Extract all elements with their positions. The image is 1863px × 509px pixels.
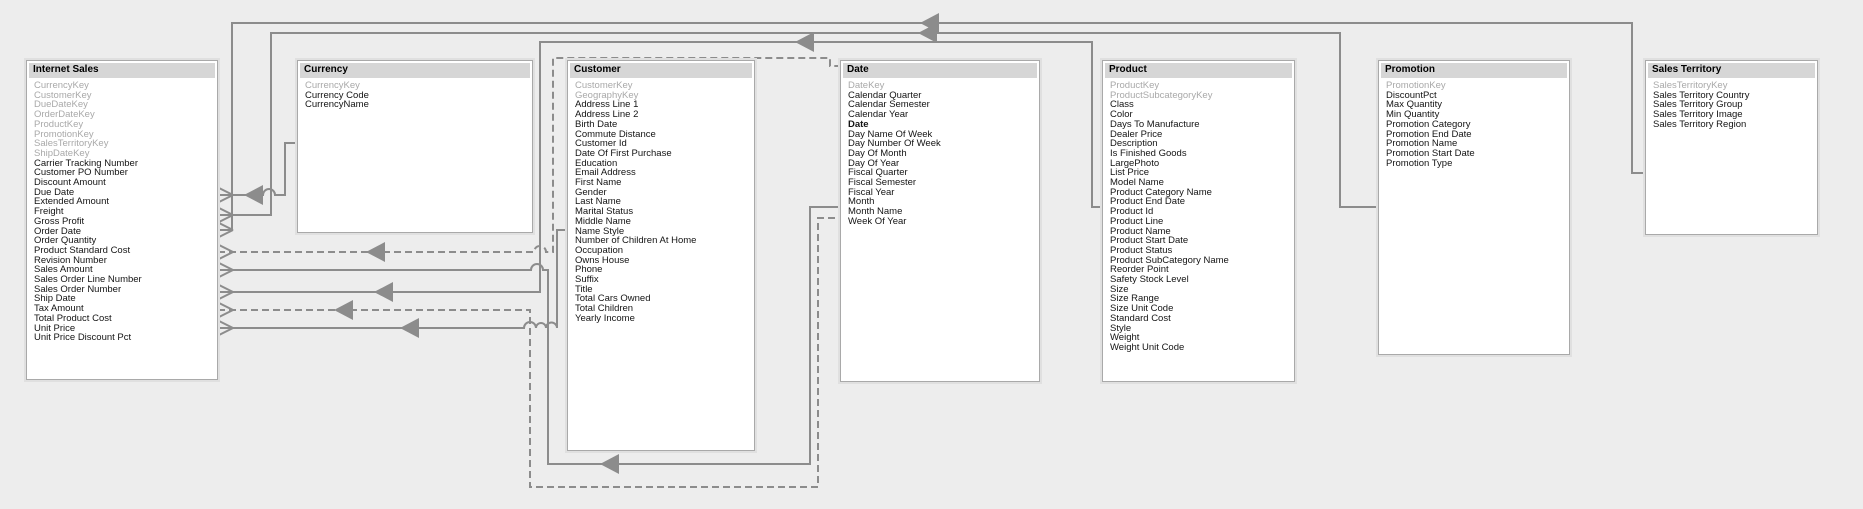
table-header-customer[interactable]: Customer [570,63,752,78]
field-phone[interactable]: Phone [575,265,748,275]
diagram-canvas[interactable]: Internet SalesCurrencyKeyCustomerKeyDueD… [0,0,1863,509]
table-field-list: DateKeyCalendar QuarterCalendar Semester… [843,78,1037,227]
field-fiscal-year[interactable]: Fiscal Year [848,188,1033,198]
relationship-arrowhead [334,300,353,320]
table-field-list: CurrencyKeyCurrency CodeCurrencyName [300,78,530,110]
relationship-arrowhead [374,282,393,302]
table-field-list: PromotionKeyDiscountPctMax QuantityMin Q… [1381,78,1567,168]
relationship-arrowhead [400,318,419,338]
field-promotion-type[interactable]: Promotion Type [1386,159,1563,169]
field-yearly-income[interactable]: Yearly Income [575,314,748,324]
field-safety-stock-level[interactable]: Safety Stock Level [1110,275,1288,285]
relationship-line-customer[interactable] [218,230,567,328]
relationship-arrowhead [366,242,385,262]
table-field-list: CustomerKeyGeographyKeyAddress Line 1Add… [570,78,752,324]
field-class[interactable]: Class [1110,100,1288,110]
table-promotion[interactable]: PromotionPromotionKeyDiscountPctMax Quan… [1378,60,1570,355]
relationship-arrowhead [600,454,619,474]
table-field-list: CurrencyKeyCustomerKeyDueDateKeyOrderDat… [29,78,215,343]
table-sales-territory[interactable]: Sales TerritorySalesTerritoryKeySales Te… [1645,60,1818,235]
table-header-product[interactable]: Product [1105,63,1292,78]
table-customer[interactable]: CustomerCustomerKeyGeographyKeyAddress L… [567,60,755,451]
relationship-arrowhead [244,185,263,205]
table-header-currency[interactable]: Currency [300,63,530,78]
table-internet-sales[interactable]: Internet SalesCurrencyKeyCustomerKeyDueD… [26,60,218,380]
field-standard-cost[interactable]: Standard Cost [1110,314,1288,324]
field-week-of-year[interactable]: Week Of Year [848,217,1033,227]
table-header-sales-territory[interactable]: Sales Territory [1648,63,1815,78]
table-currency[interactable]: CurrencyCurrencyKeyCurrency CodeCurrency… [297,60,533,233]
crow-foot-icon [219,188,233,335]
relationship-arrowhead [795,32,814,52]
field-weight-unit-code[interactable]: Weight Unit Code [1110,343,1288,353]
field-currencyname[interactable]: CurrencyName [305,100,526,110]
field-productsubcategorykey[interactable]: ProductSubcategoryKey [1110,91,1288,101]
table-date[interactable]: DateDateKeyCalendar QuarterCalendar Seme… [840,60,1040,382]
table-header-date[interactable]: Date [843,63,1037,78]
table-header-internet-sales[interactable]: Internet Sales [29,63,215,78]
field-sales-territory-region[interactable]: Sales Territory Region [1653,120,1811,130]
relationship-line-currency[interactable] [218,143,297,195]
field-calendar-year[interactable]: Calendar Year [848,110,1033,120]
table-product[interactable]: ProductProductKeyProductSubcategoryKeyCl… [1102,60,1295,382]
table-field-list: SalesTerritoryKeySales Territory Country… [1648,78,1815,130]
table-field-list: ProductKeyProductSubcategoryKeyClassColo… [1105,78,1292,353]
field-unit-price-discount-pct[interactable]: Unit Price Discount Pct [34,333,211,343]
field-suffix[interactable]: Suffix [575,275,748,285]
table-header-promotion[interactable]: Promotion [1381,63,1567,78]
